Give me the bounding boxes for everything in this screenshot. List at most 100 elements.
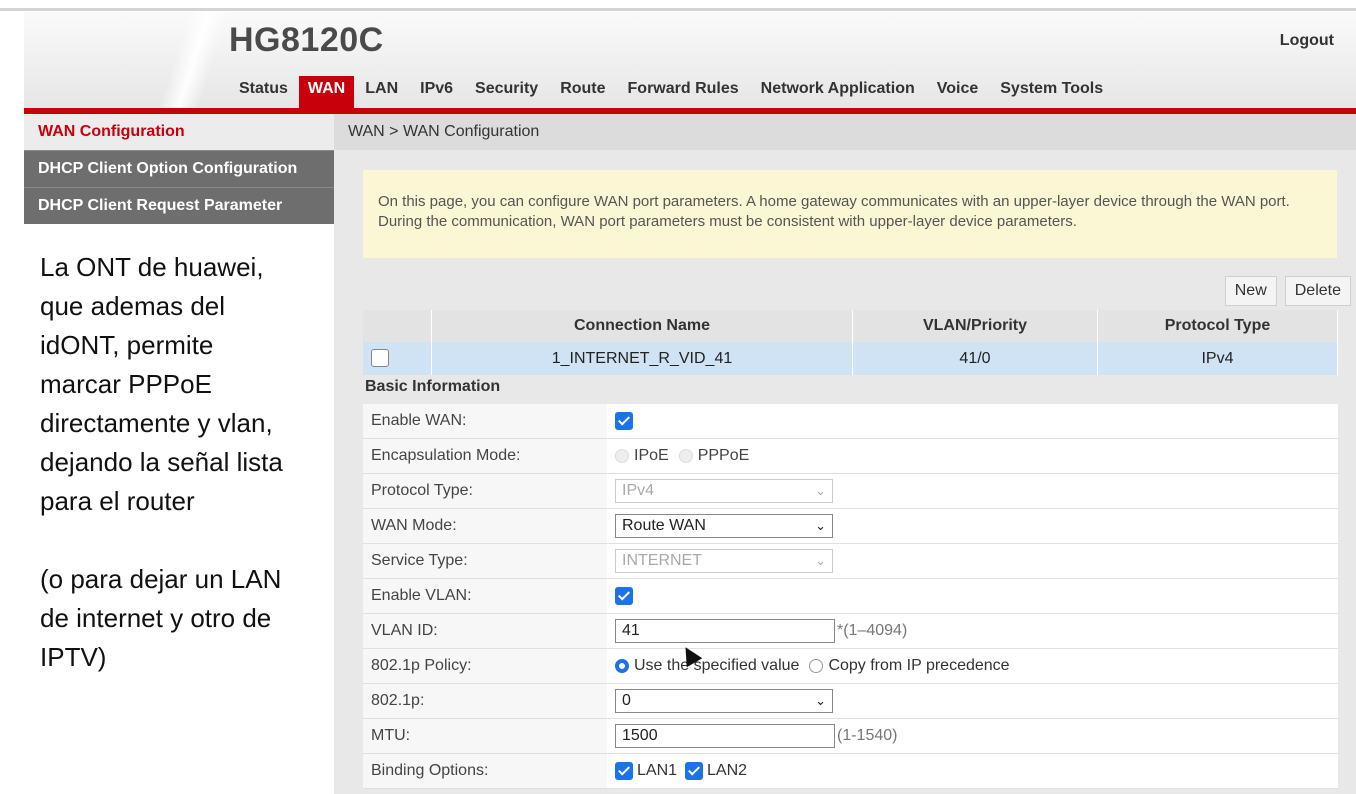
- label-wan-mode: WAN Mode:: [371, 517, 457, 534]
- protocol-type-value: IPv4: [622, 482, 655, 499]
- nav-route[interactable]: Route: [549, 76, 616, 110]
- basic-info-form: Enable WAN: Encapsulation Mode: IPoE PPP…: [363, 404, 1338, 789]
- cell-vlan-priority: 41/0: [852, 342, 1098, 375]
- sidebar: WAN Configuration DHCP Client Option Con…: [24, 114, 334, 794]
- enable-wan-checkbox[interactable]: [615, 412, 633, 430]
- 8021p-value: 0: [622, 692, 631, 709]
- ipoe-radio[interactable]: [615, 449, 629, 463]
- label-encapsulation-mode: Encapsulation Mode:: [371, 447, 521, 464]
- select-column-header: [363, 310, 432, 342]
- nav-system-tools[interactable]: System Tools: [989, 76, 1114, 110]
- delete-button[interactable]: Delete: [1284, 276, 1351, 306]
- label-binding-options: Binding Options:: [371, 762, 489, 779]
- device-title: HG8120C: [229, 21, 384, 59]
- enable-vlan-checkbox[interactable]: [615, 587, 633, 605]
- label-vlan-id: VLAN ID:: [371, 622, 438, 639]
- use-specified-value-label: Use the specified value: [634, 657, 800, 674]
- wan-mode-select[interactable]: Route WAN ⌄: [615, 514, 833, 538]
- form-row-mtu: MTU: 1500 (1-1540): [363, 719, 1338, 754]
- nav-wan[interactable]: WAN: [298, 76, 355, 110]
- header: HG8120C Logout Status WAN LAN IPv6 Secur…: [24, 12, 1356, 110]
- main-nav: Status WAN LAN IPv6 Security Route Forwa…: [228, 76, 1114, 110]
- form-row-binding-options: Binding Options: LAN1 LAN2: [363, 754, 1338, 789]
- value-service-type: INTERNET ⌄: [607, 544, 1338, 578]
- row-select-cell: [363, 342, 432, 375]
- table-header: Connection Name VLAN/Priority Protocol T…: [363, 310, 1338, 342]
- table-row[interactable]: 1_INTERNET_R_VID_41 41/0 IPv4: [363, 342, 1338, 375]
- form-row-enable-vlan: Enable VLAN:: [363, 579, 1338, 614]
- copy-from-ip-precedence-label: Copy from IP precedence: [828, 657, 1010, 674]
- form-row-vlan-id: VLAN ID: 41 *(1–4094): [363, 614, 1338, 649]
- form-row-wan-mode: WAN Mode: Route WAN ⌄: [363, 509, 1338, 544]
- mtu-input[interactable]: 1500: [615, 724, 835, 748]
- vlan-id-hint: *(1–4094): [837, 622, 908, 639]
- column-header-vlan-priority: VLAN/Priority: [852, 310, 1098, 342]
- form-row-8021p: 802.1p: 0 ⌄: [363, 684, 1338, 719]
- value-mtu: 1500 (1-1540): [607, 719, 1338, 753]
- ipoe-label: IPoE: [634, 447, 669, 464]
- pppoe-radio[interactable]: [678, 449, 693, 463]
- value-enable-vlan: [607, 579, 1338, 613]
- nav-status[interactable]: Status: [228, 76, 299, 110]
- chevron-down-icon: ⌄: [815, 693, 826, 708]
- form-row-8021p-policy: 802.1p Policy: Use the specified value C…: [363, 649, 1338, 684]
- router-web-ui: HG8120C Logout Status WAN LAN IPv6 Secur…: [24, 12, 1356, 794]
- service-type-select[interactable]: INTERNET ⌄: [615, 549, 833, 573]
- label-protocol-type: Protocol Type:: [371, 482, 473, 499]
- top-divider: [0, 8, 1356, 11]
- lan2-checkbox[interactable]: [685, 762, 704, 780]
- form-row-enable-wan: Enable WAN:: [363, 404, 1338, 439]
- value-protocol-type: IPv4 ⌄: [607, 474, 1338, 508]
- pppoe-label: PPPoE: [697, 447, 750, 464]
- table-actions: New Delete: [1224, 276, 1351, 306]
- copy-from-ip-precedence-radio[interactable]: [809, 659, 824, 673]
- nav-network-application[interactable]: Network Application: [750, 76, 926, 110]
- form-row-encapsulation: Encapsulation Mode: IPoE PPPoE: [363, 439, 1338, 474]
- lan1-checkbox[interactable]: [615, 762, 633, 780]
- protocol-type-select[interactable]: IPv4 ⌄: [615, 479, 833, 503]
- nav-lan[interactable]: LAN: [354, 76, 409, 110]
- label-enable-vlan: Enable VLAN:: [371, 587, 472, 604]
- connection-table: Connection Name VLAN/Priority Protocol T…: [363, 310, 1338, 375]
- annotation-overlay: La ONT de huawei, que ademas del idONT, …: [40, 248, 330, 677]
- lan2-label: LAN2: [707, 762, 748, 779]
- wan-mode-value: Route WAN: [622, 517, 706, 534]
- new-button[interactable]: New: [1224, 276, 1277, 306]
- row-select-checkbox[interactable]: [371, 349, 389, 368]
- logout-link[interactable]: Logout: [1280, 32, 1334, 50]
- annotation-text: La ONT de huawei, que ademas del idONT, …: [40, 252, 283, 516]
- breadcrumb: WAN > WAN Configuration: [334, 114, 1356, 150]
- header-decoration: [158, 12, 230, 108]
- value-vlan-id: 41 *(1–4094): [607, 614, 1338, 648]
- service-type-value: INTERNET: [622, 552, 702, 569]
- nav-voice[interactable]: Voice: [926, 76, 990, 110]
- label-8021p: 802.1p:: [371, 692, 425, 709]
- value-8021p: 0 ⌄: [607, 684, 1338, 718]
- value-enable-wan: [607, 404, 1338, 438]
- 8021p-select[interactable]: 0 ⌄: [615, 689, 833, 713]
- lan1-label: LAN1: [637, 762, 678, 779]
- sidebar-item-wan-configuration[interactable]: WAN Configuration: [24, 114, 334, 150]
- nav-ipv6[interactable]: IPv6: [409, 76, 464, 110]
- section-title-basic-information: Basic Information: [365, 378, 501, 395]
- mtu-hint: (1-1540): [837, 727, 898, 744]
- column-header-protocol-type: Protocol Type: [1097, 310, 1338, 342]
- value-encapsulation-mode: IPoE PPPoE: [607, 439, 1338, 473]
- form-row-protocol-type: Protocol Type: IPv4 ⌄: [363, 474, 1338, 509]
- label-8021p-policy: 802.1p Policy:: [371, 657, 472, 674]
- main-content: WAN > WAN Configuration On this page, yo…: [334, 114, 1356, 794]
- chevron-down-icon: ⌄: [815, 483, 826, 498]
- vlan-id-input[interactable]: 41: [615, 619, 835, 643]
- nav-security[interactable]: Security: [464, 76, 549, 110]
- cell-protocol-type: IPv4: [1097, 342, 1338, 375]
- value-8021p-policy: Use the specified value Copy from IP pre…: [607, 649, 1338, 683]
- label-enable-wan: Enable WAN:: [371, 412, 467, 429]
- column-header-connection-name: Connection Name: [431, 310, 853, 342]
- page-notice: On this page, you can configure WAN port…: [363, 170, 1337, 258]
- annotation-note: (o para dejar un LAN de internet y otro …: [40, 564, 282, 672]
- use-specified-value-radio[interactable]: [615, 659, 629, 673]
- form-row-service-type: Service Type: INTERNET ⌄: [363, 544, 1338, 579]
- nav-forward-rules[interactable]: Forward Rules: [617, 76, 750, 110]
- sidebar-item-dhcp-client-request[interactable]: DHCP Client Request Parameter: [24, 187, 334, 224]
- sidebar-item-dhcp-client-option[interactable]: DHCP Client Option Configuration: [24, 150, 334, 187]
